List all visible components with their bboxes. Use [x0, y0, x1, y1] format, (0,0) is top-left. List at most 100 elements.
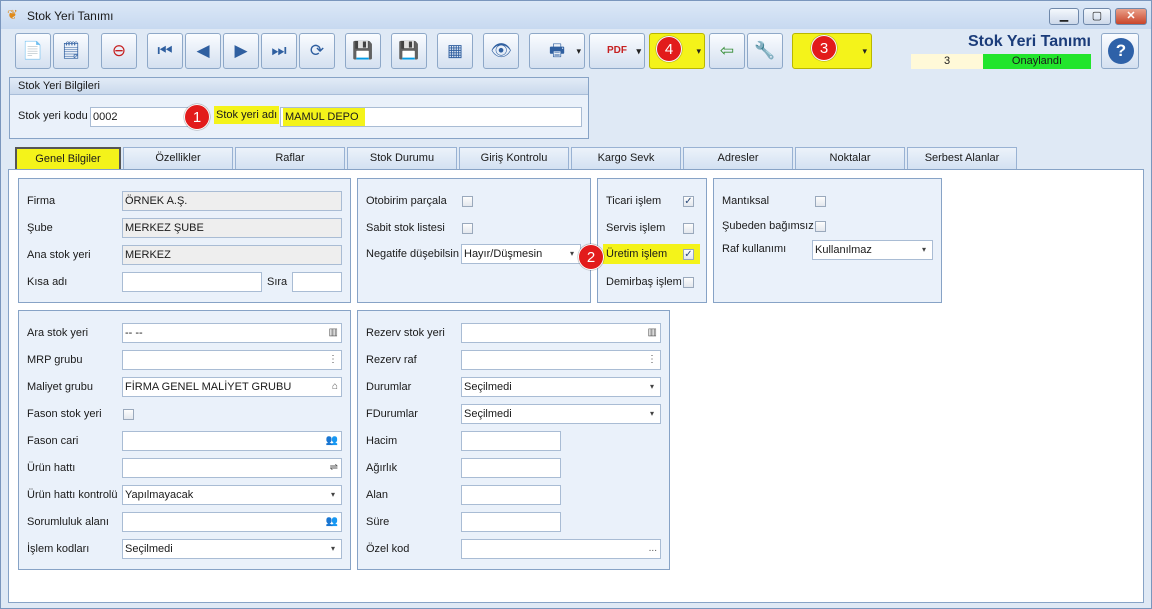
last-icon: ⏭	[271, 41, 287, 60]
tools-button[interactable]: 🔧	[747, 33, 783, 69]
uretim-checkbox[interactable]: ✓	[683, 249, 694, 260]
ticari-checkbox[interactable]: ✓	[683, 196, 694, 207]
grid-search-button[interactable]: ▦	[437, 33, 473, 69]
rezerv-raf-label: Rezerv raf	[366, 354, 417, 366]
raf-select[interactable]: Kullanılmaz ▾	[812, 240, 933, 260]
ozel-kod-label: Özel kod	[366, 543, 410, 555]
new-from-template-button[interactable]: 🗒	[53, 33, 89, 69]
record-number: 3	[911, 54, 983, 69]
import-button[interactable]: ⇦	[709, 33, 745, 69]
tab-adresler[interactable]: Adresler	[683, 147, 793, 169]
tab-noktalar[interactable]: Noktalar	[795, 147, 905, 169]
durumlar-value: Seçilmedi	[464, 381, 512, 393]
save-button[interactable]: 💾	[345, 33, 381, 69]
save-icon: 💾	[352, 41, 374, 60]
people-icon[interactable]: 👥	[326, 432, 338, 450]
otobirim-checkbox[interactable]	[462, 196, 473, 207]
rezerv-stok-label: Rezerv stok yeri	[366, 327, 445, 339]
bank-icon[interactable]: ⌂	[332, 378, 338, 396]
line-icon[interactable]: ⇌	[330, 459, 338, 477]
tab-giris-kontrolu[interactable]: Giriş Kontrolu	[459, 147, 569, 169]
tab-serbest-alanlar[interactable]: Serbest Alanlar	[907, 147, 1017, 169]
durumlar-label: Durumlar	[366, 381, 412, 393]
chevron-down-icon: ▾	[330, 490, 335, 499]
barcode-icon[interactable]: ▥	[648, 324, 657, 342]
stock-name-label: Stok yeri adı	[214, 106, 280, 124]
urun-hatti-field[interactable]: ⇌	[122, 458, 342, 478]
alan-label: Alan	[366, 489, 389, 501]
alan-field[interactable]	[461, 485, 561, 505]
fason-cari-label: Fason cari	[27, 435, 79, 447]
help-icon: ?	[1108, 38, 1134, 64]
last-record-button[interactable]: ⏭	[261, 33, 297, 69]
rezerv-stok-field[interactable]: ▥	[461, 323, 661, 343]
mrp-field[interactable]: ⋮	[122, 350, 342, 370]
negatif-select[interactable]: Hayır/Düşmesin ▾	[461, 244, 581, 264]
tree-icon[interactable]: ⋮	[328, 351, 338, 369]
sube-label: Şube	[27, 222, 53, 234]
minimize-button[interactable]: ▁	[1049, 8, 1079, 25]
barcode-icon[interactable]: ▥	[329, 324, 338, 342]
tab-stok-durumu[interactable]: Stok Durumu	[347, 147, 457, 169]
export-pdf-button[interactable]: PDF ▾	[589, 33, 645, 69]
sure-field[interactable]	[461, 512, 561, 532]
kisa-adi-field[interactable]	[122, 272, 262, 292]
urun-kontrol-select[interactable]: Yapılmayacak ▾	[122, 485, 342, 505]
tree-icon[interactable]: ⋮	[647, 351, 657, 369]
ozel-kod-field[interactable]: ...	[461, 539, 661, 559]
fason-stok-checkbox[interactable]	[123, 409, 134, 420]
kisa-adi-label: Kısa adı	[27, 276, 68, 288]
tab-kargo-sevk[interactable]: Kargo Sevk	[571, 147, 681, 169]
servis-checkbox[interactable]	[683, 223, 694, 234]
cancel-save-button[interactable]: 💾	[391, 33, 427, 69]
demirbas-label: Demirbaş işlem	[606, 276, 682, 288]
options-group: Otobirim parçala Sabit stok listesi Nega…	[357, 178, 591, 303]
previous-icon: ◀	[196, 41, 210, 60]
maliyet-field[interactable]: FİRMA GENEL MALİYET GRUBU ⌂	[122, 377, 342, 397]
annotation-badge-1: 1	[184, 104, 210, 130]
tab-ozellikler[interactable]: Özellikler	[123, 147, 233, 169]
sabit-stok-checkbox[interactable]	[462, 223, 473, 234]
sorumluluk-field[interactable]: 👥	[122, 512, 342, 532]
maximize-button[interactable]: ▢	[1083, 8, 1111, 25]
sira-field[interactable]	[292, 272, 342, 292]
durumlar-select[interactable]: Seçilmedi ▾	[461, 377, 661, 397]
tab-raflar[interactable]: Raflar	[235, 147, 345, 169]
ana-stok-field[interactable]: MERKEZ	[122, 245, 342, 265]
people-icon[interactable]: 👥	[326, 513, 338, 531]
next-record-button[interactable]: ▶	[223, 33, 259, 69]
sube-field[interactable]: MERKEZ ŞUBE	[122, 218, 342, 238]
first-record-button[interactable]: ⏮	[147, 33, 183, 69]
fdurumlar-select[interactable]: Seçilmedi ▾	[461, 404, 661, 424]
sira-label: Sıra	[267, 276, 288, 288]
chevron-down-icon: ▾	[862, 46, 867, 56]
islem-kodlari-select[interactable]: Seçilmedi ▾	[122, 539, 342, 559]
fason-cari-field[interactable]: 👥	[122, 431, 342, 451]
uretim-label: Üretim işlem	[606, 248, 668, 260]
help-button[interactable]: ?	[1101, 33, 1139, 69]
wrench-icon: 🔧	[754, 41, 776, 60]
subeden-checkbox[interactable]	[815, 221, 826, 232]
ara-stok-field[interactable]: -- -- ▥	[122, 323, 342, 343]
panel-title: Stok Yeri Bilgileri	[10, 78, 588, 95]
hacim-field[interactable]	[461, 431, 561, 451]
print-button[interactable]: 🖶 ▾	[529, 33, 585, 69]
demirbas-checkbox[interactable]	[683, 277, 694, 288]
stock-name-field[interactable]: MAMUL DEPO	[280, 107, 582, 127]
previous-record-button[interactable]: ◀	[185, 33, 221, 69]
check-icon: ✓	[684, 249, 693, 260]
first-icon: ⏮	[157, 41, 173, 60]
preview-button[interactable]: 👁	[483, 33, 519, 69]
rezerv-raf-field[interactable]: ⋮	[461, 350, 661, 370]
tab-genel-bilgiler[interactable]: Genel Bilgiler	[15, 147, 121, 169]
refresh-button[interactable]: ⟳	[299, 33, 335, 69]
firma-field[interactable]: ÖRNEK A.Ş.	[122, 191, 342, 211]
delete-document-button[interactable]: ⊖	[101, 33, 137, 69]
new-document-button[interactable]: 📄	[15, 33, 51, 69]
urun-hatti-label: Ürün hattı	[27, 462, 76, 474]
agirlik-field[interactable]	[461, 458, 561, 478]
mantiksal-checkbox[interactable]	[815, 196, 826, 207]
ellipsis-icon[interactable]: ...	[649, 540, 657, 558]
close-button[interactable]: ✕	[1115, 8, 1147, 25]
new-document-icon: 📄	[22, 41, 44, 60]
